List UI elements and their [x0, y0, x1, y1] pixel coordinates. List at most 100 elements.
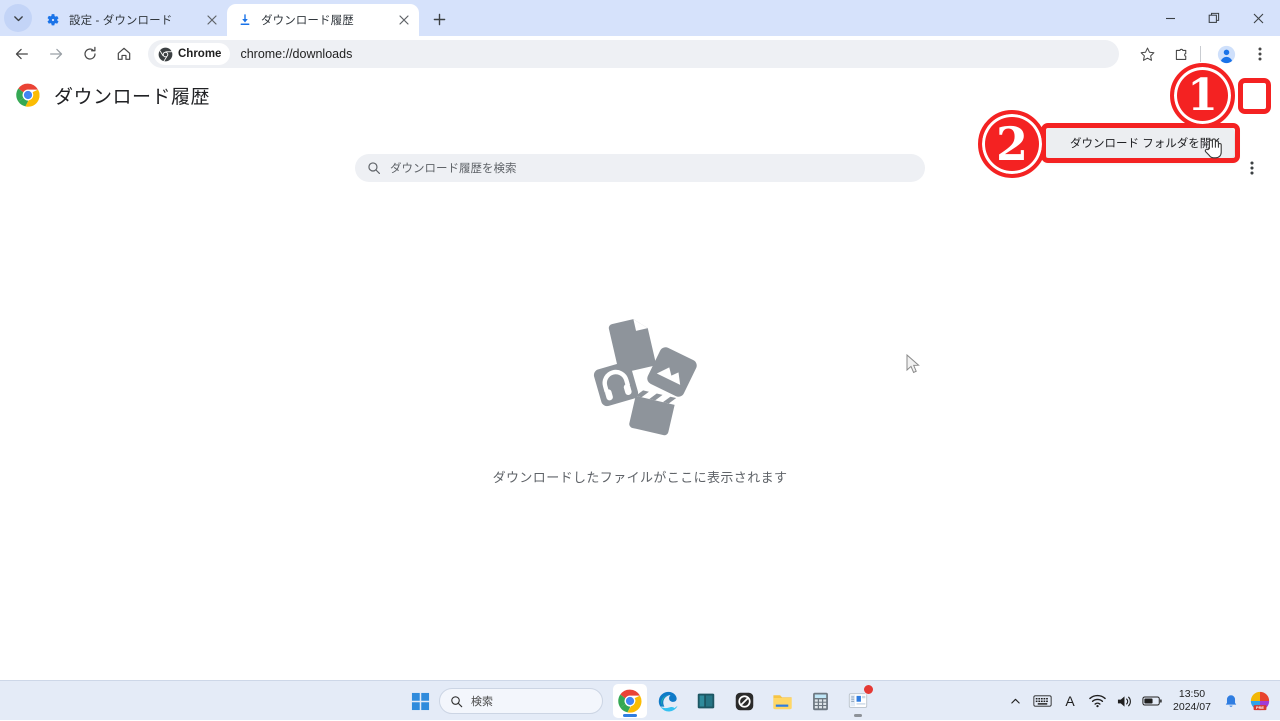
downloads-search-placeholder: ダウンロード履歴を検索 [390, 163, 517, 175]
downloads-empty-state: ダウンロードしたファイルがここに表示されます [0, 302, 1280, 486]
site-chip-label: Chrome [178, 48, 222, 60]
chevron-down-icon [13, 15, 23, 21]
plus-icon [433, 13, 445, 25]
taskbar-search-input[interactable]: 検索 [439, 688, 603, 714]
open-downloads-folder-menu-item[interactable]: ダウンロード フォルダを開く [1070, 135, 1223, 151]
edge-icon [658, 691, 678, 712]
site-chip[interactable]: Chrome [154, 43, 231, 65]
tray-overflow-button[interactable] [1003, 685, 1027, 717]
tray-wifi-button[interactable] [1085, 685, 1109, 717]
url-text: chrome://downloads [240, 47, 353, 61]
file-explorer-taskbar-icon[interactable] [765, 684, 799, 718]
tab-search-button[interactable] [4, 4, 32, 32]
tray-office-app-button[interactable]: PRE [1246, 685, 1274, 717]
folder-icon [772, 694, 792, 709]
search-icon [451, 695, 463, 707]
home-button[interactable] [110, 40, 138, 68]
tray-keyboard-button[interactable] [1030, 685, 1055, 717]
window-restore-button[interactable] [1192, 0, 1236, 36]
tray-volume-button[interactable] [1112, 685, 1136, 717]
settings-running-indicator [854, 714, 862, 717]
calculator-taskbar-icon[interactable] [803, 684, 837, 718]
windows-start-button[interactable] [405, 686, 435, 716]
home-icon [117, 47, 131, 60]
panels-icon [697, 693, 715, 709]
windows-taskbar: 検索 A 13:50 2024/07 PRE [0, 680, 1280, 720]
chrome-icon [618, 689, 642, 713]
tray-ime-label: A [1065, 693, 1075, 709]
edge-taskbar-icon[interactable] [651, 684, 685, 718]
extensions-button[interactable] [1167, 40, 1195, 68]
tray-clock[interactable]: 13:50 2024/07 [1168, 688, 1216, 714]
downloads-page: ダウンロード履歴 ダウンロード履歴を検索 ダウンロードしたファイルがここに表示さ… [0, 72, 1280, 680]
address-bar[interactable]: Chrome chrome://downloads [148, 40, 1119, 68]
new-tab-button[interactable] [425, 5, 453, 33]
tray-clock-time: 13:50 [1178, 687, 1206, 700]
three-dot-menu-icon [1258, 47, 1262, 61]
tab-settings-downloads[interactable]: 設定 - ダウンロード [35, 4, 227, 36]
window-minimize-button[interactable] [1148, 0, 1192, 36]
tab-strip: 設定 - ダウンロード ダウンロード履歴 [0, 0, 1280, 36]
arrow-left-icon [15, 48, 28, 60]
tab-close-button[interactable] [203, 11, 221, 29]
three-dot-menu-icon [1250, 161, 1254, 175]
tab-close-button[interactable] [395, 11, 413, 29]
tray-ime-indicator[interactable]: A [1058, 685, 1082, 717]
tab-downloads-history[interactable]: ダウンロード履歴 [227, 4, 419, 36]
video-clapper-icon [629, 390, 677, 436]
bell-icon [1225, 694, 1237, 707]
tab-title: 設定 - ダウンロード [69, 15, 173, 27]
browser-window: 設定 - ダウンロード ダウンロード履歴 Chrome chrome://dow… [0, 0, 1280, 680]
tab-title: ダウンロード履歴 [261, 15, 354, 27]
chrome-icon [158, 47, 173, 62]
browser-toolbar: Chrome chrome://downloads [0, 36, 1280, 72]
back-button[interactable] [8, 40, 36, 68]
wifi-icon [1088, 694, 1106, 708]
chevron-up-icon [1010, 698, 1020, 704]
page-title: ダウンロード履歴 [54, 86, 211, 108]
empty-state-text: ダウンロードしたファイルがここに表示されます [492, 470, 788, 485]
profile-avatar-icon [1217, 45, 1235, 63]
mouse-cursor-arrow [906, 354, 920, 374]
download-icon [237, 12, 253, 28]
taskbar-center-group: 検索 [405, 681, 875, 721]
annotation-marker-1-number: 1 [1187, 69, 1218, 121]
downloads-page-header: ダウンロード履歴 [0, 72, 1280, 118]
empty-state-illustration [570, 302, 710, 442]
tray-clock-date: 2024/07 [1173, 701, 1211, 713]
bookmark-star-button[interactable] [1133, 40, 1161, 68]
system-tray: A 13:50 2024/07 PRE [1003, 681, 1280, 721]
chrome-taskbar-icon[interactable] [613, 684, 647, 718]
mouse-cursor-hand [1204, 138, 1222, 159]
panels-taskbar-icon[interactable] [689, 684, 723, 718]
minimize-icon [1165, 17, 1175, 19]
browser-menu-button[interactable] [1246, 40, 1274, 68]
keyboard-icon [1033, 695, 1052, 707]
close-icon [1253, 13, 1263, 23]
page-kebab-menu-button[interactable] [1238, 154, 1266, 182]
star-icon [1140, 47, 1154, 61]
volume-icon [1117, 695, 1131, 707]
close-icon [207, 15, 217, 25]
svg-text:PRE: PRE [1256, 705, 1264, 710]
downloads-search-input[interactable]: ダウンロード履歴を検索 [355, 154, 925, 182]
settings-app-taskbar-icon[interactable] [841, 684, 875, 718]
zero-app-taskbar-icon[interactable] [727, 684, 761, 718]
calculator-icon [812, 692, 828, 710]
arrow-right-icon [50, 48, 63, 60]
window-close-button[interactable] [1236, 0, 1280, 36]
profile-button[interactable] [1212, 40, 1240, 68]
annotation-marker-1: 1 [1170, 63, 1235, 128]
reload-icon [84, 46, 96, 60]
restore-icon [1208, 12, 1220, 23]
windows-start-icon [411, 692, 429, 710]
window-controls [1148, 0, 1280, 36]
search-icon [368, 162, 381, 175]
tray-battery-button[interactable] [1139, 685, 1165, 717]
forward-button[interactable] [42, 40, 70, 68]
reload-button[interactable] [76, 40, 104, 68]
annotation-marker-2: 2 [978, 110, 1046, 178]
gear-icon [45, 12, 61, 28]
tray-notification-button[interactable] [1219, 685, 1243, 717]
zero-circle-icon [735, 692, 753, 710]
